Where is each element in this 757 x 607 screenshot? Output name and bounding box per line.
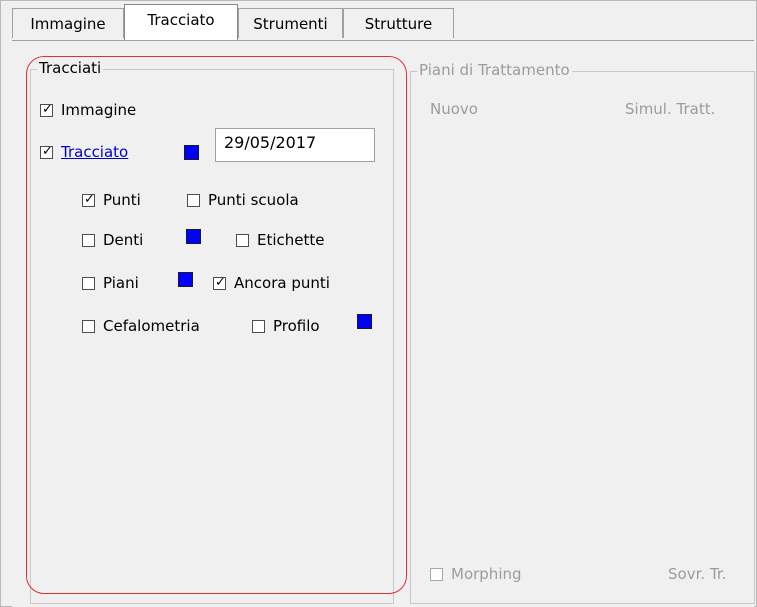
immagine-label: Immagine — [61, 101, 137, 119]
ancora-punti-label: Ancora punti — [234, 274, 330, 292]
check-mark-icon: ✓ — [84, 191, 95, 207]
immagine-checkbox[interactable]: ✓ Immagine — [40, 101, 136, 119]
checkbox-box[interactable]: ✓ — [40, 101, 53, 117]
cefalometria-checkbox[interactable]: Cefalometria — [82, 317, 200, 335]
profilo-checkbox[interactable]: Profilo — [252, 317, 320, 335]
nuovo-button[interactable]: Nuovo — [430, 100, 478, 118]
tab-label: Strumenti — [253, 15, 328, 33]
checkbox-box[interactable] — [82, 276, 95, 290]
tab-immagine[interactable]: Immagine — [12, 8, 124, 38]
check-mark-icon: ✓ — [42, 101, 53, 117]
check-mark-icon: ✓ — [215, 274, 226, 290]
piani-color-swatch[interactable] — [178, 272, 193, 287]
denti-checkbox[interactable]: Denti — [82, 231, 143, 249]
punti-checkbox[interactable]: ✓ Punti — [82, 191, 141, 209]
checkbox-box[interactable] — [236, 233, 249, 247]
checkbox-box[interactable]: ✓ — [40, 143, 53, 159]
checkbox-box[interactable] — [430, 567, 443, 581]
check-mark-icon: ✓ — [42, 143, 53, 159]
profilo-color-swatch[interactable] — [357, 314, 372, 329]
checkbox-box[interactable] — [82, 233, 95, 247]
checkbox-box[interactable] — [252, 319, 265, 333]
cefalometria-label: Cefalometria — [103, 317, 200, 335]
etichette-checkbox[interactable]: Etichette — [236, 231, 325, 249]
profilo-label: Profilo — [273, 317, 320, 335]
date-field[interactable]: 29/05/2017 — [215, 128, 375, 162]
tab-label: Tracciato — [147, 11, 215, 29]
piani-checkbox[interactable]: Piani — [82, 274, 139, 292]
tab-label: Strutture — [364, 15, 433, 33]
checkbox-box[interactable] — [187, 193, 200, 207]
morphing-checkbox[interactable]: Morphing — [430, 565, 522, 583]
tab-strumenti[interactable]: Strumenti — [238, 8, 343, 38]
simul-tratt-button[interactable]: Simul. Tratt. — [625, 100, 715, 118]
tracciato-checkbox[interactable]: ✓ Tracciato — [40, 143, 128, 161]
tracciato-link[interactable]: Tracciato — [61, 143, 128, 161]
piani-label: Piani — [103, 274, 139, 292]
tab-label: Immagine — [30, 15, 106, 33]
checkbox-box[interactable]: ✓ — [82, 191, 95, 207]
piani-group: Piani di Trattamento — [410, 61, 755, 604]
punti-scuola-checkbox[interactable]: Punti scuola — [187, 191, 299, 209]
punti-label: Punti — [103, 191, 141, 209]
checkbox-box[interactable] — [82, 319, 95, 333]
ancora-punti-checkbox[interactable]: ✓ Ancora punti — [213, 274, 330, 292]
piani-group-title: Piani di Trattamento — [417, 61, 572, 79]
denti-label: Denti — [103, 231, 144, 249]
morphing-label: Morphing — [451, 565, 522, 583]
tracciati-group-title: Tracciati — [37, 59, 104, 77]
punti-scuola-label: Punti scuola — [208, 191, 299, 209]
tab-tracciato[interactable]: Tracciato — [124, 4, 238, 40]
checkbox-box[interactable]: ✓ — [213, 274, 226, 290]
denti-color-swatch[interactable] — [186, 229, 201, 244]
tab-strutture[interactable]: Strutture — [343, 8, 454, 38]
etichette-label: Etichette — [257, 231, 325, 249]
tracciato-color-swatch[interactable] — [184, 145, 199, 160]
sovr-tr-button[interactable]: Sovr. Tr. — [668, 565, 726, 583]
